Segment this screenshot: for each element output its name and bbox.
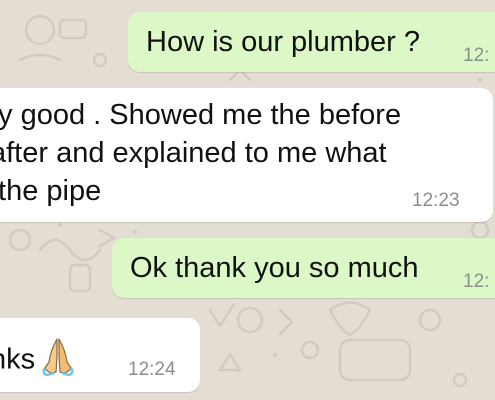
message-bubble-outgoing[interactable]: Ok thank you so much 12:: [112, 238, 495, 298]
message-bubble-outgoing[interactable]: How is our plumber ? 12:: [128, 12, 495, 72]
message-text-content: nks: [0, 343, 36, 376]
message-text: How is our plumber ?: [146, 26, 420, 58]
message-bubble-incoming[interactable]: ty good . Showed me the before after and…: [0, 88, 493, 222]
message-text: nks: [0, 336, 75, 386]
folded-hands-icon: [41, 336, 75, 386]
message-text: ty good . Showed me the before after and…: [0, 99, 402, 207]
message-timestamp: 12:24: [128, 359, 176, 380]
message-timestamp: 12:23: [412, 190, 460, 211]
message-timestamp: 12:: [463, 45, 490, 66]
message-bubble-incoming[interactable]: nks 12:24: [0, 318, 200, 392]
message-text: Ok thank you so much: [130, 252, 419, 284]
message-timestamp: 12:: [463, 271, 490, 292]
